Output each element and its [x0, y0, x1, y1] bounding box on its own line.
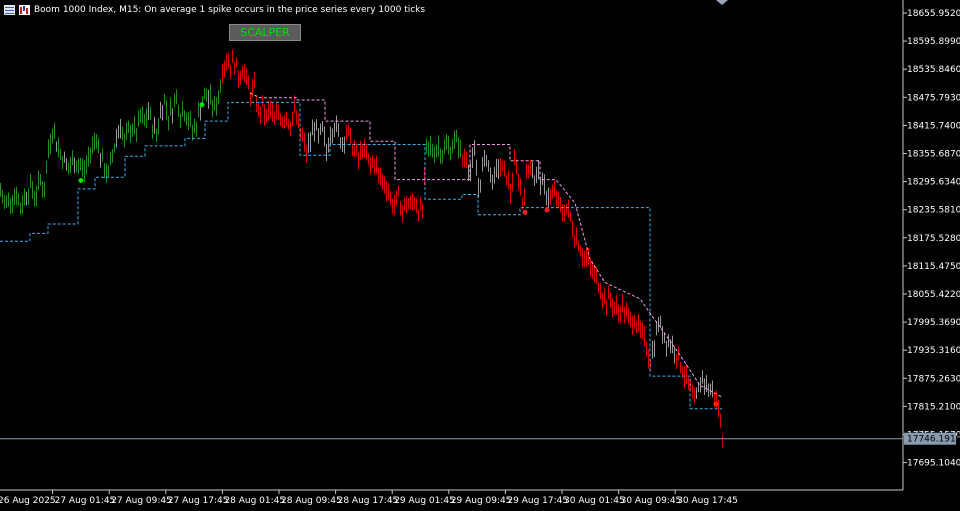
y-tick-label: 18175.5280 [907, 234, 960, 244]
y-tick-label: 18355.6870 [907, 150, 960, 160]
chart-title: Boom 1000 Index, M15: On average 1 spike… [34, 5, 426, 15]
x-tick-label: 26 Aug 2025 [0, 496, 56, 506]
y-tick-label: 18655.9520 [907, 9, 960, 19]
current-price-value: 17746.1910 [907, 435, 960, 445]
menu-icon[interactable] [4, 5, 15, 15]
x-tick-label: 27 Aug 09:45 [111, 496, 172, 506]
y-tick-label: 18595.8990 [907, 37, 960, 47]
chart-type-icon[interactable] [19, 5, 30, 15]
x-tick-label: 27 Aug 17:45 [168, 496, 229, 506]
y-tick-label: 18115.4750 [907, 262, 960, 272]
y-tick-label: 18055.4220 [907, 290, 960, 300]
x-tick-label: 29 Aug 09:45 [451, 496, 512, 506]
x-tick-label: 27 Aug 01:45 [55, 496, 116, 506]
y-tick-label: 17875.2630 [907, 374, 960, 384]
x-tick-label: 28 Aug 01:45 [224, 496, 285, 506]
y-tick-label: 17995.3690 [907, 318, 960, 328]
y-tick-label: 17935.3160 [907, 346, 960, 356]
scalper-button[interactable]: SCALPER [229, 24, 301, 41]
shift-marker-icon[interactable] [716, 0, 728, 5]
y-tick-label: 17695.1040 [907, 459, 960, 469]
resistance-line [249, 92, 723, 398]
y-tick-label: 18475.7930 [907, 93, 960, 103]
x-tick-label: 30 Aug 17:45 [677, 496, 738, 506]
chart-frame [0, 0, 904, 491]
y-tick-label: 18235.5810 [907, 206, 960, 216]
y-tick-label: 18295.6340 [907, 178, 960, 188]
x-tick-label: 30 Aug 01:45 [564, 496, 625, 506]
buy-signal-dot [78, 177, 84, 183]
y-tick-label: 18535.8460 [907, 65, 960, 75]
time-axis[interactable]: 26 Aug 202527 Aug 01:4527 Aug 09:4527 Au… [0, 490, 738, 506]
candle-series [0, 49, 723, 448]
sell-signal-dot [522, 209, 528, 215]
sell-signal-dot [544, 207, 550, 213]
price-chart[interactable]: 18655.9520 18595.8990 18535.8460 18475.7930… [0, 0, 960, 511]
x-tick-label: 28 Aug 09:45 [281, 496, 342, 506]
buy-signal-dot [199, 102, 205, 108]
y-tick-label: 17815.2100 [907, 402, 960, 412]
resistance-path [249, 92, 723, 398]
price-axis[interactable]: 18655.9520 18595.8990 18535.8460 18475.7930… [903, 9, 960, 469]
y-tick-label: 18415.7400 [907, 121, 960, 131]
x-tick-label: 30 Aug 09:45 [621, 496, 682, 506]
sell-signal-dot [713, 401, 719, 407]
signal-markers [78, 102, 719, 407]
x-tick-label: 28 Aug 17:45 [338, 496, 399, 506]
x-tick-label: 29 Aug 17:45 [507, 496, 568, 506]
chart-header: Boom 1000 Index, M15: On average 1 spike… [4, 3, 425, 17]
current-price-label: 17746.1910 [904, 432, 960, 445]
x-tick-label: 29 Aug 01:45 [394, 496, 455, 506]
